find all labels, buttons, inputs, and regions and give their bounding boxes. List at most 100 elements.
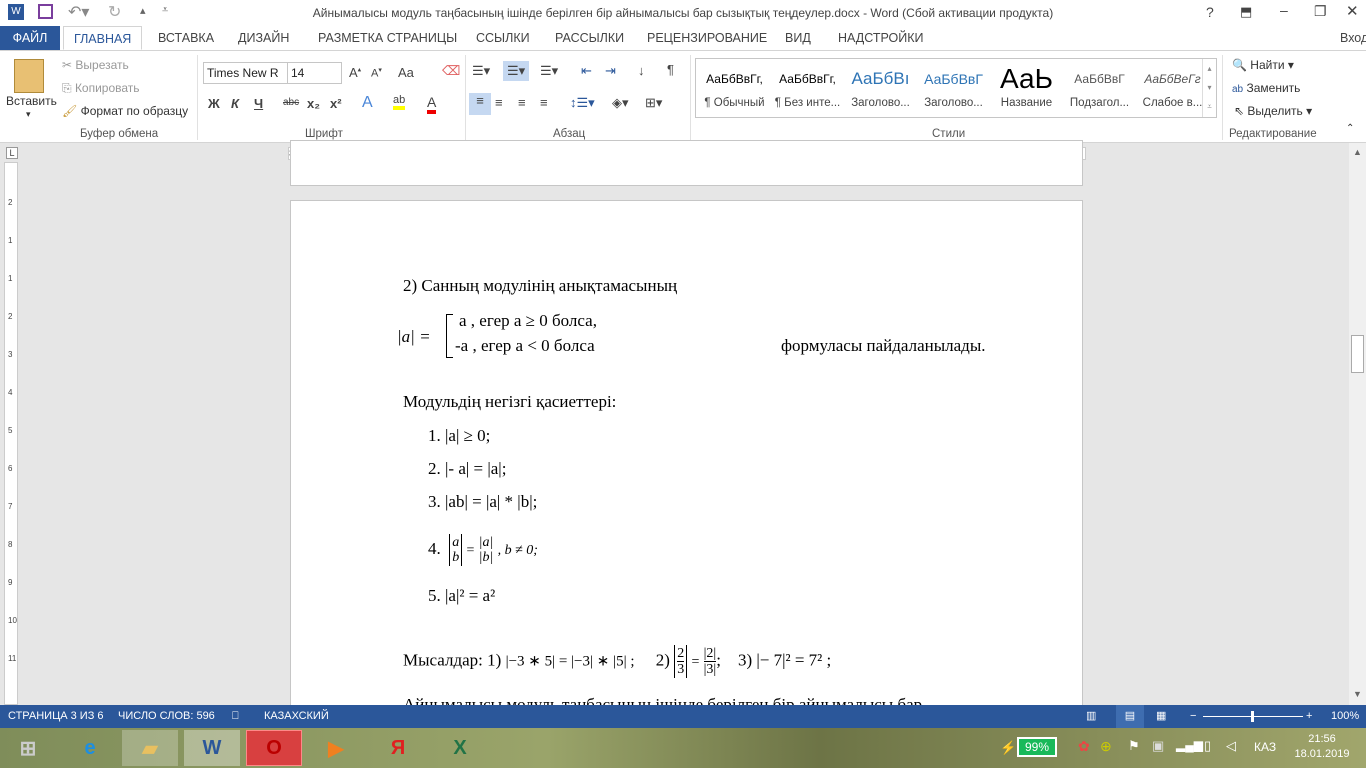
replace-button[interactable]: ab Заменить bbox=[1232, 81, 1300, 95]
format-painter-button[interactable]: 🖌 Формат по образцу bbox=[62, 104, 188, 118]
word-taskbar-icon[interactable]: W bbox=[184, 730, 240, 766]
ribbon-display-options-icon[interactable]: ⬒ bbox=[1240, 4, 1252, 20]
collapse-ribbon-icon[interactable]: ⌃ bbox=[1346, 123, 1354, 134]
style-heading2[interactable]: АаБбВвГ Заголово... bbox=[917, 59, 990, 109]
paste-icon[interactable] bbox=[14, 59, 44, 93]
page-count[interactable]: СТРАНИЦА 3 ИЗ 6 bbox=[8, 705, 104, 728]
select-button[interactable]: ⇖ Выделить ▾ bbox=[1234, 104, 1312, 118]
print-layout-icon[interactable]: ▤ bbox=[1116, 705, 1144, 728]
sign-in-link[interactable]: Вход bbox=[1330, 26, 1366, 50]
tab-file[interactable]: ФАЙЛ bbox=[0, 26, 60, 50]
vertical-ruler[interactable]: 2 1 1 2 3 4 5 6 7 8 9 10 11 bbox=[4, 162, 18, 705]
tab-addins[interactable]: НАДСТРОЙКИ bbox=[828, 26, 934, 50]
styles-scroll[interactable]: ▴ ▾ ⩡ bbox=[1202, 59, 1216, 117]
vertical-scrollbar[interactable]: ▲ ▼ bbox=[1349, 143, 1366, 705]
copy-button[interactable]: ⎘ Копировать bbox=[62, 81, 140, 96]
underline-button[interactable]: Ч bbox=[254, 96, 263, 111]
tab-selector-icon[interactable]: L bbox=[6, 147, 18, 159]
paste-button[interactable]: Вставить bbox=[6, 94, 57, 108]
power-icon[interactable]: ⚡ bbox=[1000, 740, 1016, 756]
show-formatting-icon[interactable]: ¶ bbox=[667, 62, 674, 77]
tab-references[interactable]: ССЫЛКИ bbox=[466, 26, 540, 50]
style-subtle-emphasis[interactable]: АаБбВеГг Слабое в... bbox=[1136, 59, 1209, 109]
shading-icon[interactable]: ◈▾ bbox=[612, 95, 629, 111]
font-name-select[interactable]: Times New R bbox=[203, 62, 288, 84]
tray-plus-icon[interactable]: ⊕ bbox=[1100, 738, 1112, 755]
opera-icon[interactable]: O bbox=[246, 730, 302, 766]
status-bar: СТРАНИЦА 3 ИЗ 6 ЧИСЛО СЛОВ: 596 ⎕ КАЗАХС… bbox=[0, 705, 1366, 728]
italic-button[interactable]: К bbox=[231, 96, 239, 111]
signal-icon[interactable]: ▂▄▆ bbox=[1176, 738, 1203, 752]
multilevel-list-icon[interactable]: ☰▾ bbox=[540, 63, 558, 79]
font-size-select[interactable]: 14 bbox=[287, 62, 342, 84]
minimize-button[interactable]: – bbox=[1280, 2, 1288, 18]
ie-icon[interactable]: e bbox=[62, 730, 118, 766]
scroll-up-icon[interactable]: ▲ bbox=[1353, 147, 1362, 157]
font-color-icon[interactable]: A bbox=[427, 94, 437, 114]
network-icon[interactable]: ▣ bbox=[1152, 738, 1164, 754]
align-left-icon[interactable]: ≡ bbox=[469, 93, 491, 115]
zoom-out-button[interactable]: − bbox=[1190, 705, 1196, 728]
cut-button[interactable]: ✂ Вырезать bbox=[62, 58, 129, 72]
bold-button[interactable]: Ж bbox=[208, 96, 220, 111]
line-spacing-icon[interactable]: ↕☰▾ bbox=[570, 95, 595, 111]
explorer-icon[interactable]: ▰ bbox=[122, 730, 178, 766]
text-effects-icon[interactable]: A bbox=[362, 94, 373, 112]
style-subtitle[interactable]: АаБбВвГ Подзагол... bbox=[1063, 59, 1136, 109]
scroll-down-icon[interactable]: ▼ bbox=[1353, 689, 1362, 699]
restore-button[interactable]: ❐ bbox=[1314, 3, 1327, 20]
increase-indent-icon[interactable]: ⇥ bbox=[605, 63, 616, 79]
volume-icon[interactable]: ◁ bbox=[1226, 738, 1236, 754]
media-player-icon[interactable]: ▶ bbox=[308, 730, 364, 766]
highlight-color-icon[interactable]: ab bbox=[393, 94, 406, 110]
align-right-icon[interactable]: ≡ bbox=[518, 95, 526, 110]
scroll-thumb[interactable] bbox=[1351, 335, 1364, 373]
clear-formatting-icon[interactable]: ⌫ bbox=[442, 63, 460, 79]
strikethrough-button[interactable]: abc bbox=[283, 97, 299, 108]
read-mode-icon[interactable]: ▥ bbox=[1086, 705, 1096, 728]
tab-design[interactable]: ДИЗАЙН bbox=[228, 26, 299, 50]
numbering-icon[interactable]: ☰▾ bbox=[503, 61, 530, 81]
borders-icon[interactable]: ⊞▾ bbox=[645, 95, 662, 111]
decrease-indent-icon[interactable]: ⇤ bbox=[581, 63, 592, 79]
find-button[interactable]: 🔍 Найти ▾ bbox=[1232, 58, 1294, 72]
tab-view[interactable]: ВИД bbox=[775, 26, 821, 50]
close-button[interactable]: ✕ bbox=[1346, 2, 1359, 20]
yandex-icon[interactable]: Я bbox=[370, 730, 426, 766]
style-heading1[interactable]: АаБбВı Заголово... bbox=[844, 59, 917, 109]
sort-icon[interactable]: ↓ bbox=[638, 63, 645, 78]
change-case-button[interactable]: Aa bbox=[398, 65, 414, 80]
zoom-in-button[interactable]: + bbox=[1306, 705, 1312, 728]
zoom-level[interactable]: 100% bbox=[1331, 705, 1359, 728]
word-count[interactable]: ЧИСЛО СЛОВ: 596 bbox=[118, 705, 215, 728]
battery-icon[interactable]: ▯ bbox=[1204, 738, 1211, 754]
tab-page-layout[interactable]: РАЗМЕТКА СТРАНИЦЫ bbox=[308, 26, 467, 50]
subscript-button[interactable]: x₂ bbox=[307, 96, 320, 111]
tab-home[interactable]: ГЛАВНАЯ bbox=[63, 26, 143, 50]
style-title[interactable]: АаЬ Название bbox=[990, 59, 1063, 109]
style-normal[interactable]: АаБбВвГг, ¶ Обычный bbox=[698, 59, 771, 109]
tray-app-icon[interactable]: ✿ bbox=[1078, 738, 1090, 755]
zoom-slider-thumb[interactable] bbox=[1251, 711, 1254, 722]
start-button[interactable]: ⊞ bbox=[0, 730, 56, 766]
tab-insert[interactable]: ВСТАВКА bbox=[148, 26, 224, 50]
grow-font-icon[interactable]: A▴ bbox=[349, 65, 361, 80]
flag-icon[interactable]: ⚑ bbox=[1128, 738, 1140, 754]
style-no-spacing[interactable]: АаБбВвГг, ¶ Без инте... bbox=[771, 59, 844, 109]
excel-icon[interactable]: X bbox=[432, 730, 488, 766]
tab-review[interactable]: РЕЦЕНЗИРОВАНИЕ bbox=[637, 26, 777, 50]
superscript-button[interactable]: x² bbox=[330, 96, 342, 111]
language[interactable]: КАЗАХСКИЙ bbox=[264, 705, 329, 728]
bullets-icon[interactable]: ☰▾ bbox=[472, 63, 490, 79]
shrink-font-icon[interactable]: A▾ bbox=[371, 66, 382, 80]
input-language[interactable]: КАЗ bbox=[1254, 740, 1276, 754]
document-page[interactable]: 2) Санның модулінің анықтамасының |a| = … bbox=[290, 200, 1083, 720]
proofing-icon[interactable]: ⎕ bbox=[232, 705, 239, 728]
justify-icon[interactable]: ≡ bbox=[540, 95, 548, 110]
help-button[interactable]: ? bbox=[1206, 4, 1214, 20]
tab-mailings[interactable]: РАССЫЛКИ bbox=[545, 26, 634, 50]
web-layout-icon[interactable]: ▦ bbox=[1156, 705, 1166, 728]
align-center-icon[interactable]: ≡ bbox=[495, 95, 503, 110]
battery-indicator[interactable]: 99% bbox=[1017, 737, 1057, 757]
clock[interactable]: 21:56 18.01.2019 bbox=[1292, 733, 1352, 760]
